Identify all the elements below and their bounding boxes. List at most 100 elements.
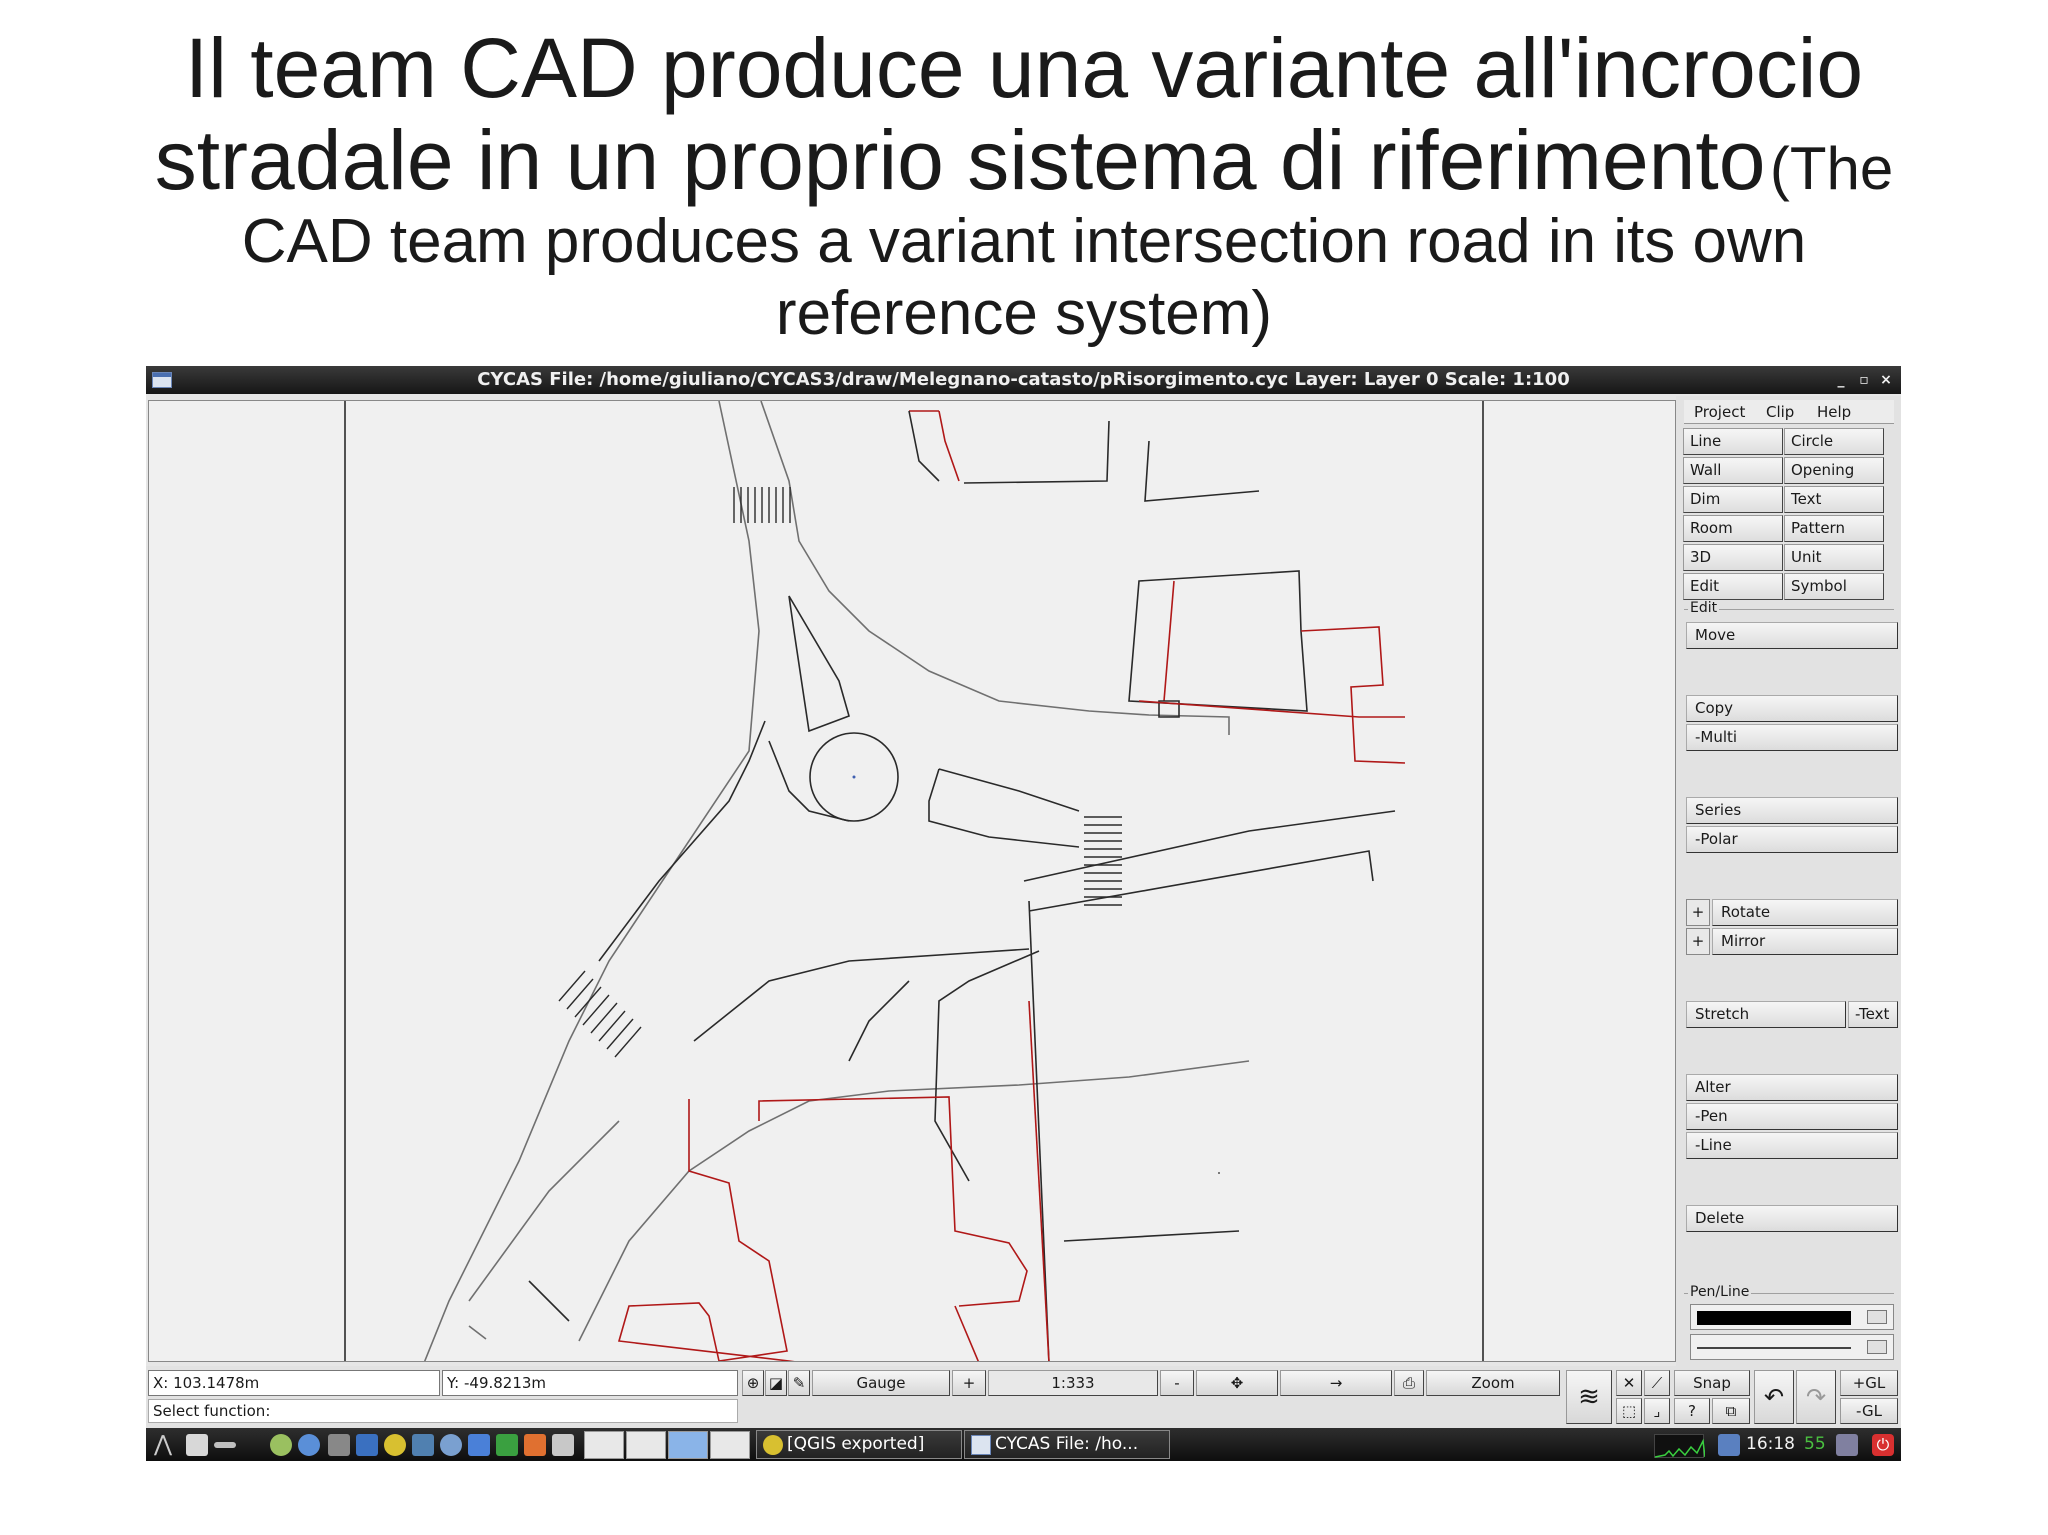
writer-icon[interactable] xyxy=(468,1434,490,1456)
pencil-icon[interactable]: ✎ xyxy=(788,1370,810,1396)
taskbar-item-qgis-label: [QGIS exported] xyxy=(787,1434,925,1454)
cad-drawing xyxy=(344,401,1484,1361)
menu-clip[interactable]: Clip xyxy=(1766,403,1794,421)
road-edge-left xyxy=(423,401,760,1361)
alter-pen-button[interactable]: -Pen xyxy=(1686,1103,1898,1130)
rotate-button[interactable]: Rotate xyxy=(1712,899,1898,926)
pen-dropdown-icon[interactable] xyxy=(1867,1310,1887,1324)
stretch-button[interactable]: Stretch xyxy=(1686,1001,1846,1028)
tool-line-button[interactable]: Line xyxy=(1683,428,1783,455)
minimize-all-icon[interactable] xyxy=(214,1442,236,1448)
clock[interactable]: 16:18 xyxy=(1746,1428,1795,1461)
tool-circle-button[interactable]: Circle xyxy=(1784,428,1884,455)
snap-cross-icon[interactable]: ✕ xyxy=(1616,1370,1642,1396)
taskbar-item-cycas[interactable]: CYCAS File: /ho... xyxy=(964,1430,1170,1459)
pen-selector[interactable] xyxy=(1690,1304,1894,1330)
mirror-button[interactable]: Mirror xyxy=(1712,928,1898,955)
user-icon[interactable] xyxy=(1836,1434,1858,1456)
prompt-field: Select function: xyxy=(148,1399,738,1423)
delete-button[interactable]: Delete xyxy=(1686,1205,1898,1232)
crosswalk-left xyxy=(558,970,642,1058)
title-line-1: Il team CAD produce una variante all'inc… xyxy=(184,21,1864,115)
workspace-1[interactable] xyxy=(584,1431,624,1459)
app-icon-1[interactable] xyxy=(270,1434,292,1456)
line-dropdown-icon[interactable] xyxy=(1867,1340,1887,1354)
snap-line-icon[interactable]: ⟋ xyxy=(1644,1370,1670,1396)
tool-dim-button[interactable]: Dim xyxy=(1683,486,1783,513)
impress-icon[interactable] xyxy=(524,1434,546,1456)
arrow-right-icon[interactable]: → xyxy=(1280,1370,1392,1396)
tool-3d-button[interactable]: 3D xyxy=(1683,544,1783,571)
snap-grid-icon[interactable]: ⬚ xyxy=(1616,1398,1642,1424)
page-icon[interactable]: ⎙ xyxy=(1394,1370,1424,1396)
curb-right-upper xyxy=(1023,810,1396,882)
snap-corner-icon[interactable]: ⌟ xyxy=(1644,1398,1670,1424)
app-icon-6[interactable] xyxy=(552,1434,574,1456)
qgis-icon[interactable] xyxy=(384,1434,406,1456)
power-icon[interactable]: ⏻ xyxy=(1872,1434,1894,1456)
parcel-block-red xyxy=(1300,626,1406,764)
tool-text-button[interactable]: Text xyxy=(1784,486,1884,513)
taskbar: ⋀ [QGIS exported] CYCAS File: /ho... 16:… xyxy=(146,1428,1901,1461)
app-icon-4[interactable] xyxy=(412,1434,434,1456)
stretch-text-button[interactable]: -Text xyxy=(1848,1001,1898,1028)
zoom-minus-button[interactable]: - xyxy=(1160,1370,1194,1396)
grid-level-plus-button[interactable]: +GL xyxy=(1840,1370,1898,1396)
drawing-canvas[interactable] xyxy=(148,400,1676,1362)
tool-opening-button[interactable]: Opening xyxy=(1784,457,1884,484)
minimize-icon[interactable]: _ xyxy=(1831,366,1851,394)
close-icon[interactable]: × xyxy=(1876,366,1896,394)
tool-wall-button[interactable]: Wall xyxy=(1683,457,1783,484)
workspace-2[interactable] xyxy=(626,1431,666,1459)
app-icon-5[interactable] xyxy=(440,1434,462,1456)
app-icon-3[interactable] xyxy=(356,1434,378,1456)
tool-edit-button[interactable]: Edit xyxy=(1683,573,1783,600)
menu-project[interactable]: Project xyxy=(1694,403,1745,421)
line-selector[interactable] xyxy=(1690,1334,1894,1360)
tool-unit-button[interactable]: Unit xyxy=(1784,544,1884,571)
menu-help[interactable]: Help xyxy=(1817,403,1851,421)
taskbar-item-qgis[interactable]: [QGIS exported] xyxy=(756,1430,962,1459)
mirror-plus-button[interactable]: + xyxy=(1686,928,1710,955)
clock-extra: 55 xyxy=(1804,1434,1826,1454)
window-icon[interactable] xyxy=(152,372,172,388)
gauge-button[interactable]: Gauge xyxy=(812,1370,950,1396)
target-icon[interactable]: ⊕ xyxy=(742,1370,764,1396)
redo-icon[interactable]: ↷ xyxy=(1796,1370,1836,1424)
start-menu-icon[interactable]: ⋀ xyxy=(154,1434,176,1456)
app-icon-2[interactable] xyxy=(328,1434,350,1456)
browser-icon[interactable] xyxy=(298,1434,320,1456)
tool-symbol-button[interactable]: Symbol xyxy=(1784,573,1884,600)
pan-icon[interactable]: ✥ xyxy=(1196,1370,1278,1396)
zoom-plus-button[interactable]: + xyxy=(952,1370,986,1396)
y-coordinate-field[interactable]: Y: -49.8213m xyxy=(442,1370,738,1396)
copy-button[interactable]: Copy xyxy=(1686,695,1898,722)
fill-icon[interactable]: ◪ xyxy=(765,1370,787,1396)
alter-button[interactable]: Alter xyxy=(1686,1074,1898,1101)
x-coordinate-field[interactable]: X: 103.1478m xyxy=(148,1370,440,1396)
move-button[interactable]: Move xyxy=(1686,622,1898,649)
rotate-plus-button[interactable]: + xyxy=(1686,899,1710,926)
copy-multi-button[interactable]: -Multi xyxy=(1686,724,1898,751)
grid-level-minus-button[interactable]: -GL xyxy=(1840,1398,1898,1424)
tool-room-button[interactable]: Room xyxy=(1683,515,1783,542)
series-button[interactable]: Series xyxy=(1686,797,1898,824)
help-button[interactable]: ? xyxy=(1674,1398,1710,1424)
scale-field[interactable]: 1:333 xyxy=(988,1370,1158,1396)
layers-icon[interactable]: ≋ xyxy=(1566,1370,1612,1424)
series-polar-button[interactable]: -Polar xyxy=(1686,826,1898,853)
tool-pattern-button[interactable]: Pattern xyxy=(1784,515,1884,542)
desktop-icon[interactable] xyxy=(186,1434,208,1456)
undo-icon[interactable]: ↶ xyxy=(1754,1370,1794,1424)
snap-mode-icon[interactable]: ⧉ xyxy=(1712,1398,1750,1424)
cpu-monitor xyxy=(1654,1434,1706,1458)
workspace-4[interactable] xyxy=(710,1431,750,1459)
network-icon[interactable] xyxy=(1718,1434,1740,1456)
zoom-button[interactable]: Zoom xyxy=(1426,1370,1560,1396)
snap-button[interactable]: Snap xyxy=(1674,1370,1750,1396)
alter-line-button[interactable]: -Line xyxy=(1686,1132,1898,1159)
workspace-3[interactable] xyxy=(668,1431,708,1459)
maximize-icon[interactable]: ▫ xyxy=(1854,366,1874,394)
calc-icon[interactable] xyxy=(496,1434,518,1456)
window-titlebar[interactable]: CYCAS File: /home/giuliano/CYCAS3/draw/M… xyxy=(146,366,1901,394)
